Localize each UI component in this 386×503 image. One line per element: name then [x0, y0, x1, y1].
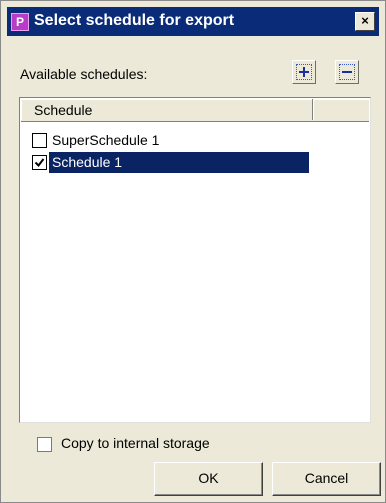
- checkmark-icon: [34, 158, 45, 168]
- item-label: SuperSchedule 1: [52, 132, 160, 148]
- available-schedules-label: Available schedules:: [20, 66, 148, 82]
- app-icon: P: [11, 13, 29, 31]
- item-label: Schedule 1: [49, 152, 309, 173]
- list-header: Schedule: [21, 99, 369, 122]
- remove-schedule-button[interactable]: [335, 60, 359, 84]
- schedule-list[interactable]: Schedule SuperSchedule 1 Schedule 1: [19, 97, 371, 423]
- title-bar[interactable]: P Select schedule for export ×: [7, 7, 379, 36]
- export-dialog: P Select schedule for export × Available…: [0, 0, 386, 503]
- column-header-label: Schedule: [34, 102, 93, 118]
- close-button[interactable]: ×: [355, 12, 375, 31]
- column-header-schedule[interactable]: Schedule: [21, 99, 313, 120]
- item-checkbox[interactable]: [32, 155, 47, 170]
- add-schedule-button[interactable]: [292, 60, 316, 84]
- column-header-empty[interactable]: [313, 99, 369, 120]
- item-checkbox[interactable]: [32, 133, 47, 148]
- dialog-title: Select schedule for export: [34, 12, 235, 29]
- copy-to-storage-label[interactable]: Copy to internal storage: [61, 435, 210, 451]
- cancel-button[interactable]: Cancel: [272, 462, 381, 496]
- minus-icon: [342, 71, 352, 73]
- ok-button[interactable]: OK: [154, 462, 263, 496]
- plus-icon: [299, 67, 309, 77]
- copy-to-storage-checkbox[interactable]: [37, 437, 52, 452]
